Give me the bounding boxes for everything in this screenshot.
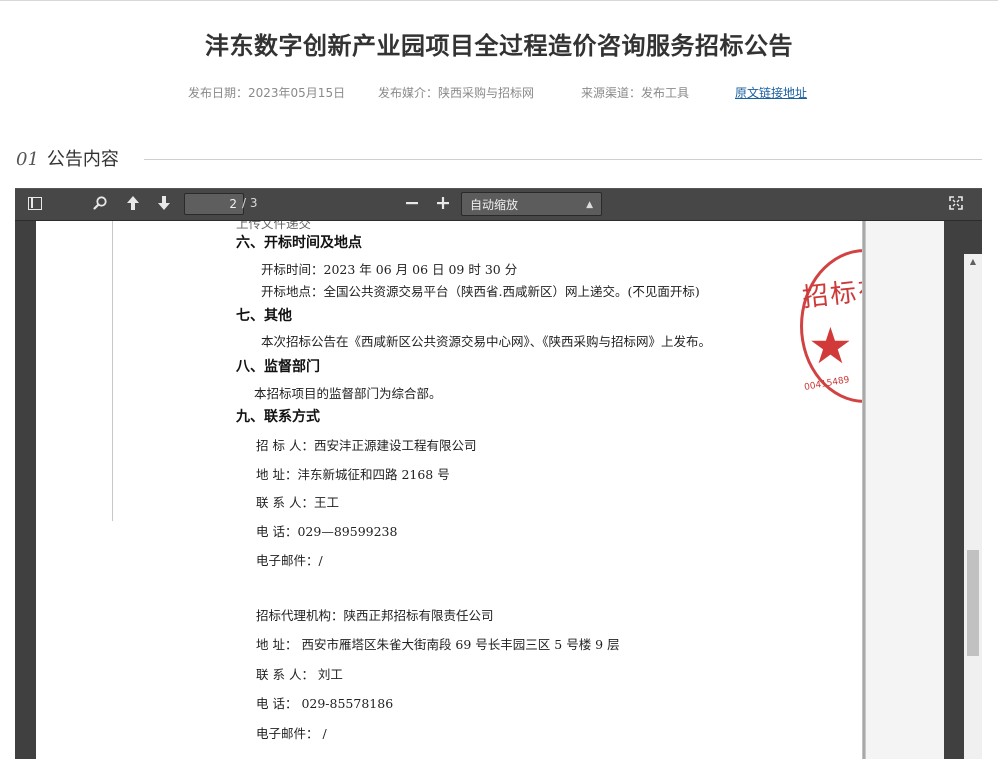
opening-place: 开标地点：全国公共资源交易平台（陕西省.西咸新区）网上递交。(不见面开标) bbox=[261, 284, 700, 299]
opening-time: 开标时间：2023 年 06 月 06 日 09 时 30 分 bbox=[261, 262, 518, 277]
publish-date: 发布日期：2023年05月15日 bbox=[188, 86, 346, 100]
pdf-toolbar: 2 / 3 自动缩放 ▲ bbox=[15, 188, 982, 221]
section-number: 01 bbox=[16, 149, 39, 170]
page-title: 沣东数字创新产业园项目全过程造价咨询服务招标公告 bbox=[205, 32, 793, 60]
section-title: 公告内容 bbox=[46, 149, 119, 170]
original-link[interactable]: 原文链接地址 bbox=[735, 86, 807, 100]
section-heading: 01 公告内容 bbox=[16, 145, 119, 171]
original-link-wrapper: 原文链接地址 bbox=[735, 84, 807, 101]
fullscreen-icon[interactable] bbox=[947, 195, 965, 213]
previous-page-icon[interactable] bbox=[124, 195, 142, 213]
scroll-up-icon[interactable]: ▲ bbox=[964, 254, 982, 270]
zoom-in-icon[interactable] bbox=[434, 195, 452, 213]
vertical-scrollbar[interactable]: ▲ bbox=[964, 254, 982, 759]
source-channel: 来源渠道：发布工具 bbox=[581, 86, 690, 100]
section-9-title: 九、联系方式 bbox=[236, 409, 320, 425]
zoom-select[interactable]: 自动缩放 ▲ bbox=[461, 192, 602, 216]
section-8-text: 本招标项目的监督部门为综合部。 bbox=[254, 386, 442, 401]
zoom-select-value: 自动缩放 bbox=[470, 198, 519, 212]
section-7-text: 本次招标公告在《西咸新区公共资源交易中心网》、《陕西采购与招标网》上发布。 bbox=[261, 334, 712, 349]
page-number-input[interactable]: 2 bbox=[184, 193, 244, 215]
tenderer-email: 电子邮件：/ bbox=[256, 553, 323, 568]
pdf-viewer: 2 / 3 自动缩放 ▲ 上传文件递交 六、开标时间及地点 开标时间：2023 … bbox=[15, 188, 982, 759]
agency-email: 电子邮件： / bbox=[256, 726, 327, 741]
cut-off-line: 上传文件递交 bbox=[236, 221, 312, 231]
scroll-thumb[interactable] bbox=[967, 550, 979, 656]
sidebar-toggle-icon[interactable] bbox=[28, 197, 42, 210]
tenderer-phone: 电 话：029—89599238 bbox=[256, 524, 398, 539]
agency-name: 招标代理机构：陕西正邦招标有限责任公司 bbox=[256, 608, 494, 623]
next-page-icon[interactable] bbox=[155, 195, 173, 213]
tenderer-name: 招 标 人：西安沣正源建设工程有限公司 bbox=[256, 438, 477, 453]
tenderer-contact: 联 系 人：王工 bbox=[256, 495, 339, 510]
pdf-page: 上传文件递交 六、开标时间及地点 开标时间：2023 年 06 月 06 日 0… bbox=[36, 221, 944, 759]
scan-right-margin bbox=[866, 221, 944, 759]
zoom-out-icon[interactable] bbox=[403, 195, 421, 213]
section-divider bbox=[144, 159, 982, 160]
publish-media: 发布媒介：陕西采购与招标网 bbox=[378, 86, 535, 100]
select-arrows-icon: ▲ bbox=[586, 200, 593, 210]
section-7-title: 七、其他 bbox=[236, 308, 292, 324]
section-6-title: 六、开标时间及地点 bbox=[236, 235, 362, 251]
agency-phone: 电 话： 029-85578186 bbox=[256, 696, 394, 711]
top-divider bbox=[0, 0, 998, 1]
agency-address: 地 址： 西安市雁塔区朱雀大街南段 69 号长丰园三区 5 号楼 9 层 bbox=[256, 637, 620, 652]
agency-contact: 联 系 人： 刘工 bbox=[256, 667, 343, 682]
scan-edge-line bbox=[112, 221, 113, 521]
page-total: / 3 bbox=[242, 196, 258, 210]
tenderer-address: 地 址：沣东新城征和四路 2168 号 bbox=[256, 467, 450, 482]
document-area: 上传文件递交 六、开标时间及地点 开标时间：2023 年 06 月 06 日 0… bbox=[15, 221, 982, 759]
section-8-title: 八、监督部门 bbox=[236, 359, 320, 375]
star-icon: ★ bbox=[808, 317, 853, 375]
search-icon[interactable] bbox=[91, 195, 109, 213]
